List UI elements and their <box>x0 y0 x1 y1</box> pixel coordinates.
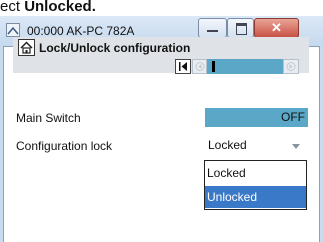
app-icon <box>6 23 20 37</box>
instruction-caption: ect Unlocked. <box>0 0 323 16</box>
chevron-down-icon[interactable] <box>289 139 303 153</box>
first-page-icon <box>179 62 187 71</box>
main-switch-value[interactable]: OFF <box>205 108 308 127</box>
configuration-lock-label: Configuration lock <box>16 139 113 153</box>
page-indicator <box>207 59 283 74</box>
prev-page-button[interactable] <box>192 59 207 74</box>
next-page-icon <box>286 62 296 71</box>
option-locked[interactable]: Locked <box>205 162 306 184</box>
main-switch-label: Main Switch <box>16 111 81 125</box>
configuration-lock-select[interactable]: Locked <box>205 135 308 156</box>
page-title: Lock/Unlock configuration <box>39 41 191 55</box>
prev-page-icon <box>195 62 205 71</box>
option-unlocked[interactable]: Unlocked <box>205 186 306 208</box>
close-button[interactable]: ✕ <box>254 18 299 38</box>
window-title: 00:000 AK-PC 782A <box>27 24 135 38</box>
home-button[interactable] <box>18 39 35 56</box>
minimize-button[interactable] <box>198 18 227 38</box>
next-page-button[interactable] <box>283 59 299 74</box>
caption-bold: Unlocked. <box>24 0 96 15</box>
configuration-lock-dropdown: Locked Unlocked <box>204 160 307 210</box>
first-page-button[interactable] <box>175 59 191 74</box>
home-icon <box>20 41 33 54</box>
maximize-button[interactable] <box>227 18 254 38</box>
configuration-lock-value: Locked <box>208 138 247 152</box>
caption-prefix: ect <box>0 0 25 15</box>
close-icon: ✕ <box>271 20 282 35</box>
